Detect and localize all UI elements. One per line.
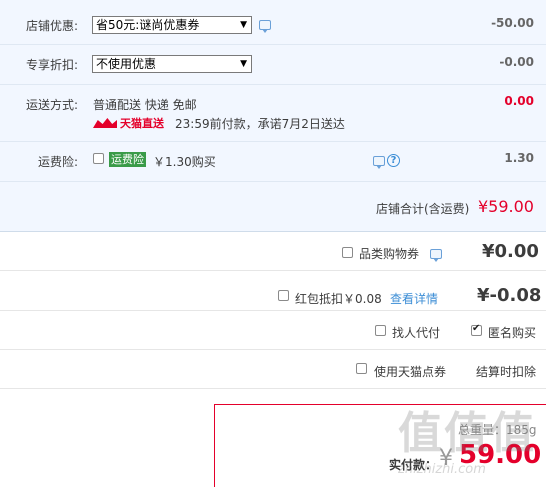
tmall-cat-icon bbox=[93, 118, 117, 128]
delivery-promise: 23:59前付款，承诺7月2日送达 bbox=[175, 117, 345, 131]
shop-discount-select[interactable]: 省50元:谜尚优惠券 ▼ bbox=[92, 16, 252, 34]
find-payer-checkbox[interactable] bbox=[375, 325, 386, 336]
red-packet-label: 红包抵扣￥0.08 bbox=[295, 292, 382, 306]
insurance-amount: 1.30 bbox=[504, 151, 534, 165]
chat-icon[interactable] bbox=[259, 20, 271, 33]
exclusive-discount-label: 专享折扣: bbox=[25, 58, 78, 72]
shop-discount-selected: 省50元:谜尚优惠券 bbox=[96, 18, 200, 32]
help-icon[interactable]: ? bbox=[387, 154, 400, 167]
tmall-points-note: 结算时扣除 bbox=[476, 365, 537, 379]
site-watermark-url: zhizhizhi.com bbox=[398, 462, 486, 477]
red-packet-details-link[interactable]: 查看详情 bbox=[390, 290, 438, 307]
dropdown-arrow-icon: ▼ bbox=[240, 20, 247, 30]
exclusive-discount-amount: -0.00 bbox=[499, 55, 534, 69]
row-divider bbox=[0, 181, 546, 182]
insurance-badge: 运费险 bbox=[109, 152, 146, 167]
row-divider bbox=[0, 270, 546, 271]
row-divider bbox=[0, 44, 546, 45]
category-coupon-label: 品类购物券 bbox=[359, 247, 420, 261]
insurance-checkbox[interactable] bbox=[93, 153, 104, 164]
exclusive-discount-selected: 不使用优惠 bbox=[96, 57, 157, 71]
find-payer-label: 找人代付 bbox=[392, 326, 441, 340]
shop-discount-amount: -50.00 bbox=[491, 16, 534, 30]
row-divider bbox=[0, 141, 546, 142]
tmall-direct-text: 天猫直送 bbox=[120, 117, 164, 130]
category-coupon-amount: ¥0.00 bbox=[482, 241, 539, 262]
chat-icon[interactable] bbox=[430, 249, 442, 262]
row-divider bbox=[0, 349, 546, 350]
insurance-label: 运费险: bbox=[37, 155, 78, 169]
tmall-points-checkbox[interactable] bbox=[356, 363, 367, 374]
category-coupon-checkbox[interactable] bbox=[342, 247, 353, 258]
red-packet-checkbox[interactable] bbox=[278, 290, 289, 301]
row-divider bbox=[0, 310, 546, 311]
dropdown-arrow-icon: ▼ bbox=[240, 59, 247, 69]
shop-total-label: 店铺合计(含运费) bbox=[376, 202, 470, 216]
shop-discount-label: 店铺优惠: bbox=[25, 19, 78, 33]
tmall-points-label: 使用天猫点券 bbox=[374, 365, 447, 379]
tmall-direct-logo: 天猫直送 bbox=[93, 116, 164, 130]
shop-total-amount: ¥59.00 bbox=[478, 197, 534, 216]
shipping-label: 运送方式: bbox=[25, 98, 78, 112]
anonymous-label: 匿名购买 bbox=[488, 326, 537, 340]
anonymous-checkbox[interactable] bbox=[471, 323, 482, 336]
shipping-method: 普通配送 快递 免邮 bbox=[93, 98, 197, 112]
row-divider bbox=[0, 388, 546, 389]
exclusive-discount-select[interactable]: 不使用优惠 ▼ bbox=[92, 55, 252, 73]
row-divider bbox=[0, 84, 546, 85]
shipping-amount: 0.00 bbox=[504, 94, 534, 108]
chat-icon[interactable] bbox=[373, 156, 385, 169]
red-packet-amount: ¥-0.08 bbox=[477, 285, 542, 306]
insurance-price: ￥1.30购买 bbox=[153, 155, 216, 169]
